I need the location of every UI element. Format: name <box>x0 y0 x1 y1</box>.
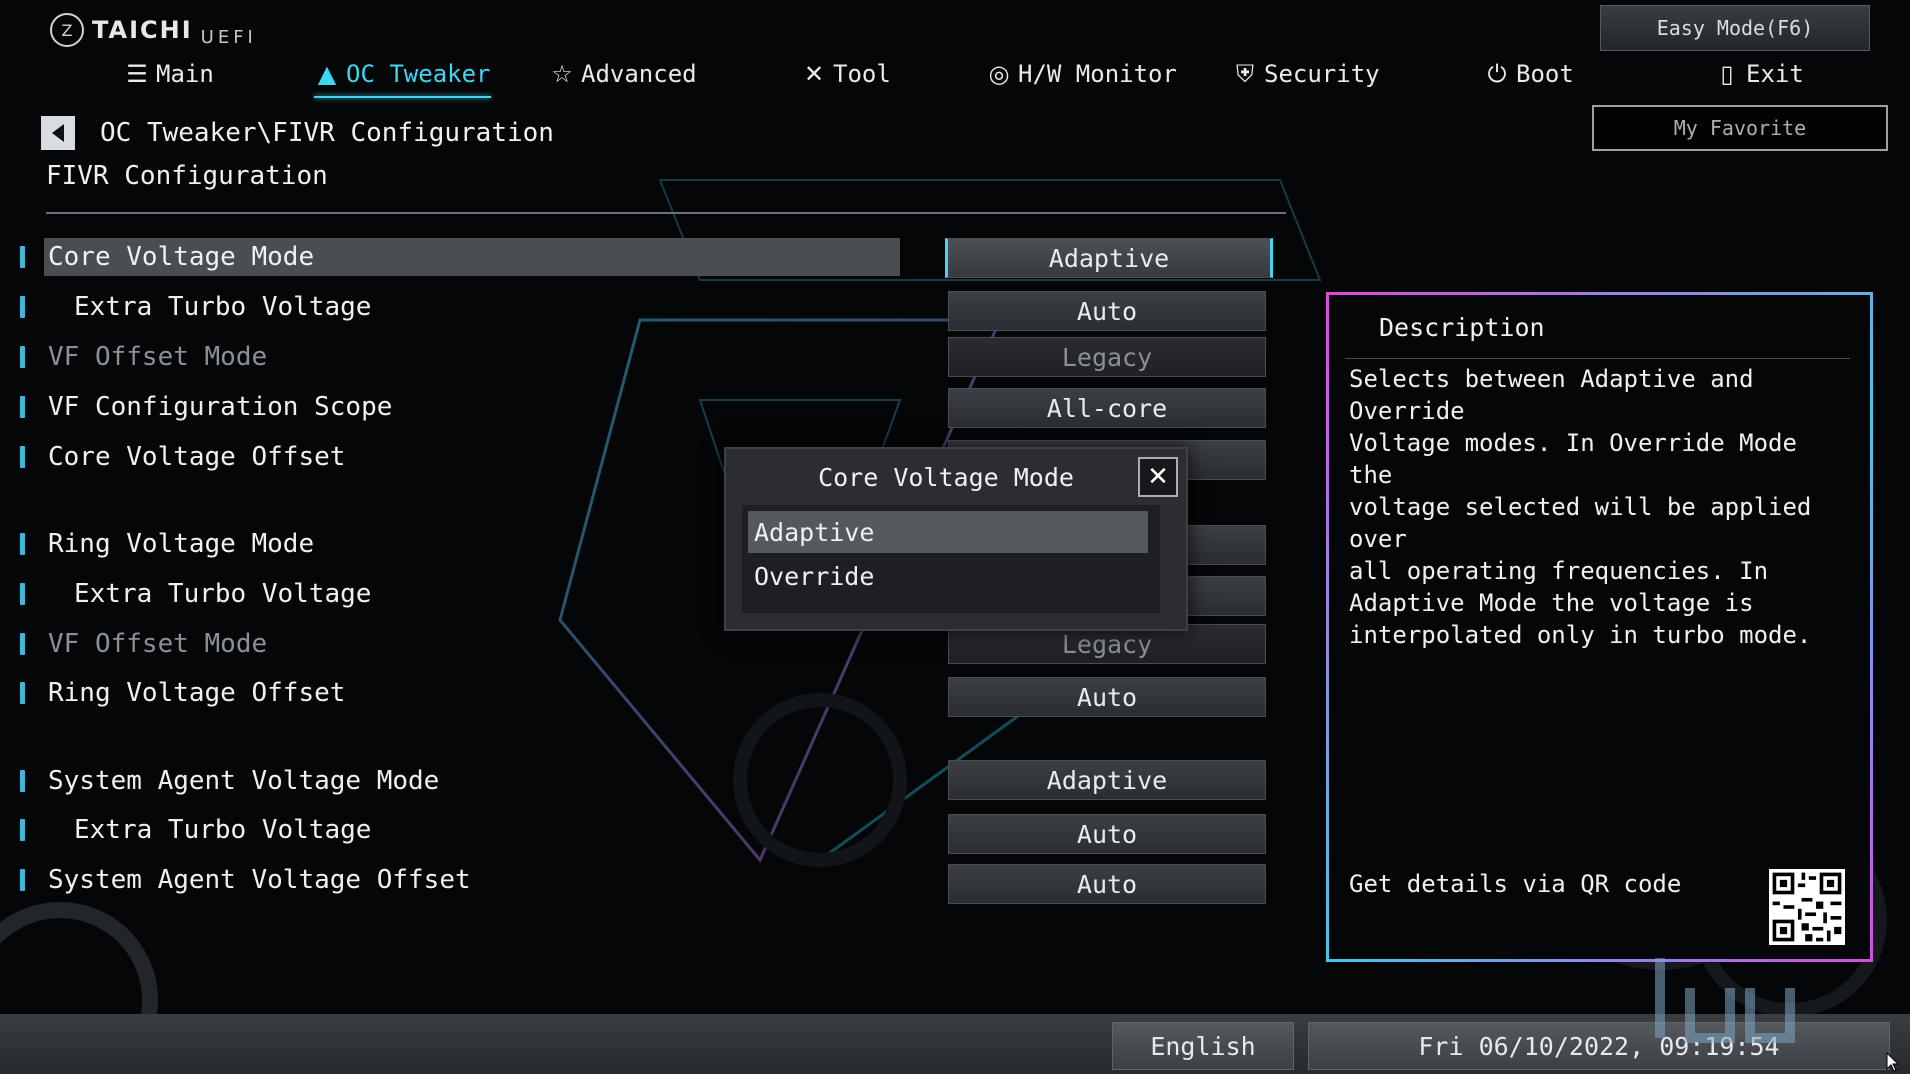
option-override[interactable]: Override <box>748 555 1148 597</box>
my-favorite-button[interactable]: My Favorite <box>1592 105 1888 151</box>
list-icon: ☰ <box>126 60 148 88</box>
tab-tool[interactable]: ✕ Tool <box>801 56 891 92</box>
tab-label: Boot <box>1516 60 1574 88</box>
row-marker <box>20 396 25 418</box>
setting-row-vf-configuration-scope[interactable]: VF Configuration Scope <box>20 387 900 427</box>
setting-row-vf-offset-mode: VF Offset Mode <box>20 337 900 377</box>
option-list: Adaptive Override <box>742 505 1160 613</box>
setting-label: System Agent Voltage Mode <box>48 766 440 796</box>
row-marker <box>20 533 25 555</box>
tab-label: Security <box>1264 60 1380 88</box>
value-system-agent-voltage-mode[interactable]: Adaptive <box>948 760 1266 800</box>
row-marker <box>20 770 25 792</box>
setting-row-system-agent-voltage-mode[interactable]: System Agent Voltage Mode <box>20 761 900 801</box>
row-marker <box>20 296 25 318</box>
tab-label: Exit <box>1746 60 1804 88</box>
setting-row-core-voltage-mode[interactable]: Core Voltage Mode <box>20 237 900 277</box>
brand-name: TAICHI <box>92 16 193 44</box>
breadcrumb: OC Tweaker\FIVR Configuration <box>100 118 554 148</box>
easy-mode-button[interactable]: Easy Mode(F6) <box>1600 5 1870 51</box>
taichi-logo: Z TAICHI UEFI <box>50 10 257 50</box>
tab-label: Main <box>156 60 214 88</box>
tab-main[interactable]: ☰ Main <box>124 56 214 92</box>
shield-icon: ⛨ <box>1236 60 1254 88</box>
setting-row-sa-extra-turbo-voltage[interactable]: Extra Turbo Voltage <box>20 810 900 850</box>
value-ring-voltage-offset[interactable]: Auto <box>948 677 1266 717</box>
dialog-title: Core Voltage Mode <box>818 463 1074 492</box>
tab-security[interactable]: ⛨ Security <box>1232 56 1380 92</box>
setting-label: VF Configuration Scope <box>48 392 393 422</box>
tab-label: OC Tweaker <box>346 60 491 88</box>
setting-row-extra-turbo-voltage[interactable]: Extra Turbo Voltage <box>20 287 900 327</box>
setting-label: VF Offset Mode <box>48 629 268 659</box>
description-divider <box>1345 358 1850 359</box>
qr-label: Get details via QR code <box>1349 870 1682 898</box>
row-marker <box>20 633 25 655</box>
logo-icon: Z <box>50 13 84 47</box>
tab-label: H/W Monitor <box>1018 60 1177 88</box>
close-button[interactable]: ✕ <box>1138 457 1178 497</box>
core-voltage-mode-dialog: Core Voltage Mode ✕ Adaptive Override <box>724 447 1188 631</box>
setting-row-ring-voltage-offset[interactable]: Ring Voltage Offset <box>20 673 900 713</box>
row-highlight: Core Voltage Mode <box>44 238 900 276</box>
rocket-icon: ▲ <box>317 60 337 88</box>
tab-exit[interactable]: ▯ Exit <box>1714 56 1804 92</box>
star-icon: ☆ <box>551 60 573 88</box>
setting-label: Core Voltage Offset <box>48 442 346 472</box>
tab-advanced[interactable]: ☆ Advanced <box>549 56 697 92</box>
back-arrow-icon <box>52 124 64 142</box>
value-system-agent-voltage-offset[interactable]: Auto <box>948 864 1266 904</box>
page-title: FIVR Configuration <box>46 161 328 191</box>
qr-code-icon <box>1769 869 1845 945</box>
value-vf-configuration-scope[interactable]: All-core <box>948 388 1266 428</box>
setting-label: Extra Turbo Voltage <box>74 815 372 845</box>
row-marker <box>20 819 25 841</box>
watermark-logo <box>1655 958 1795 1043</box>
setting-row-system-agent-voltage-offset[interactable]: System Agent Voltage Offset <box>20 860 900 900</box>
value-sa-extra-turbo-voltage[interactable]: Auto <box>948 814 1266 854</box>
back-button[interactable] <box>41 116 75 150</box>
mouse-cursor-icon <box>1886 1052 1900 1072</box>
tab-boot[interactable]: ⏻ Boot <box>1484 56 1574 92</box>
description-text: Selects between Adaptive and Override Vo… <box>1349 365 1812 649</box>
value-core-voltage-mode[interactable]: Adaptive <box>945 238 1273 278</box>
tab-oc-tweaker[interactable]: ▲ OC Tweaker <box>314 56 491 98</box>
setting-label: VF Offset Mode <box>48 342 268 372</box>
setting-label: Ring Voltage Offset <box>48 678 346 708</box>
setting-label: System Agent Voltage Offset <box>48 865 471 895</box>
description-panel: Description Selects between Adaptive and… <box>1326 292 1873 962</box>
setting-label: Extra Turbo Voltage <box>74 292 372 322</box>
monitor-icon: ◎ <box>988 60 1010 88</box>
exit-icon: ▯ <box>1720 60 1734 88</box>
brand-sub: UEFI <box>200 26 257 48</box>
row-marker <box>20 246 25 268</box>
value-extra-turbo-voltage[interactable]: Auto <box>948 291 1266 331</box>
row-marker <box>20 869 25 891</box>
row-marker <box>20 446 25 468</box>
close-icon: ✕ <box>1147 462 1169 492</box>
setting-label: Extra Turbo Voltage <box>74 579 372 609</box>
setting-label: Ring Voltage Mode <box>48 529 315 559</box>
description-title: Description <box>1379 313 1545 342</box>
option-adaptive[interactable]: Adaptive <box>748 511 1148 553</box>
tools-icon: ✕ <box>803 60 825 88</box>
tab-label: Tool <box>833 60 891 88</box>
tab-hw-monitor[interactable]: ◎ H/W Monitor <box>986 56 1177 92</box>
setting-label: Core Voltage Mode <box>48 242 315 272</box>
divider <box>46 212 1286 214</box>
tab-label: Advanced <box>581 60 697 88</box>
row-marker <box>20 682 25 704</box>
language-button[interactable]: English <box>1112 1022 1294 1070</box>
row-marker <box>20 583 25 605</box>
value-vf-offset-mode: Legacy <box>948 337 1266 377</box>
row-marker <box>20 346 25 368</box>
power-icon: ⏻ <box>1487 60 1507 88</box>
